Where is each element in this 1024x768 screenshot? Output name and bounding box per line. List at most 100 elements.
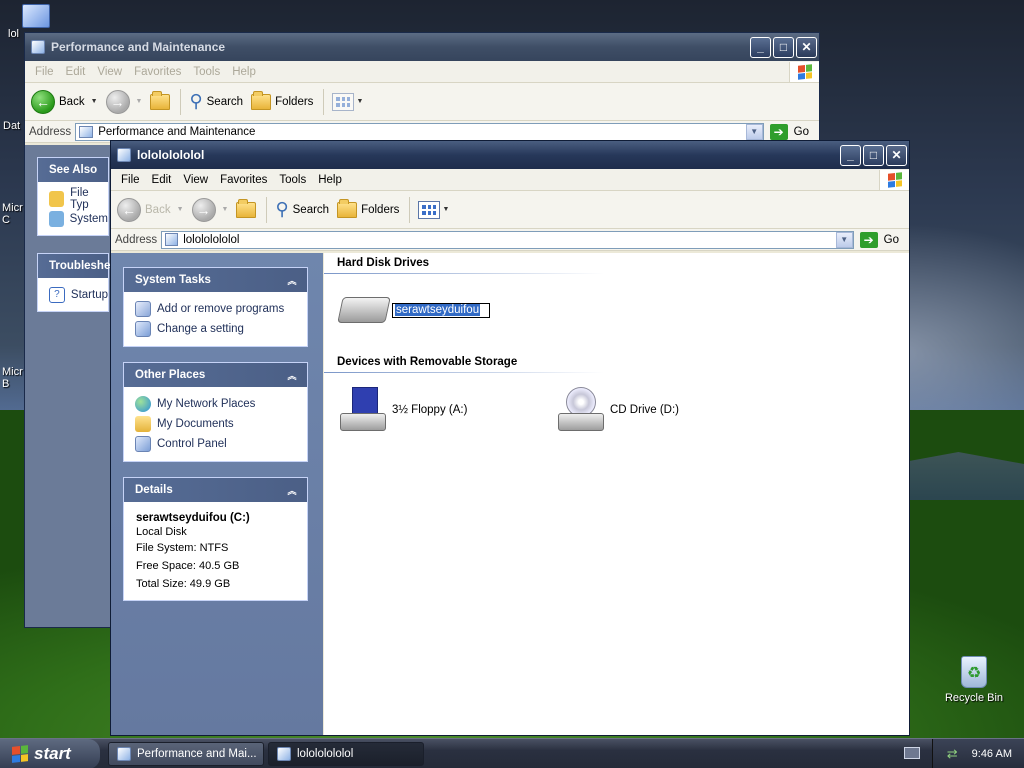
recycle-bin-icon: ♻ [961, 656, 987, 688]
search-button[interactable]: ⚲ Search [189, 91, 243, 112]
desktop-icon-label: Micr B [2, 366, 23, 390]
views-button[interactable]: ▼ [332, 92, 363, 111]
desktop-icon-data[interactable]: Dat [3, 120, 20, 132]
drive-floppy-a[interactable]: 3½ Floppy (A:) [340, 387, 467, 433]
taskbar: start Performance and Mai... lololololol… [0, 738, 1024, 768]
titlebar[interactable]: lolololololol _ □ ✕ [111, 141, 909, 169]
up-folder-button[interactable] [150, 90, 171, 110]
window-title: lolololololol [137, 148, 205, 162]
panel-header[interactable]: Details ︽ [124, 478, 307, 502]
menu-view[interactable]: View [177, 174, 214, 186]
drive-c[interactable]: serawtseyduifou [337, 297, 490, 323]
menu-favorites[interactable]: Favorites [128, 66, 187, 78]
close-button[interactable]: ✕ [886, 144, 907, 166]
details-total-size: Total Size: 49.9 GB [136, 578, 231, 590]
windows-flag-icon [887, 171, 902, 188]
details-body: serawtseyduifou (C:) Local Disk File Sys… [124, 502, 307, 602]
address-dropdown-icon[interactable]: ▼ [835, 231, 853, 248]
close-button[interactable]: ✕ [796, 36, 817, 58]
desktop-icon-microsoft-b[interactable]: Micr B [2, 366, 23, 390]
address-field[interactable]: lolololololol ▼ [161, 230, 854, 249]
dropdown-arrow-icon[interactable]: ▼ [91, 98, 98, 105]
dropdown-arrow-icon[interactable]: ▼ [136, 98, 143, 105]
start-button[interactable]: start [0, 739, 100, 768]
menu-file[interactable]: File [115, 174, 146, 186]
place-control-panel[interactable]: Control Panel [135, 434, 297, 454]
drive-cd-d[interactable]: CD Drive (D:) [558, 387, 679, 433]
menu-tools[interactable]: Tools [187, 66, 226, 78]
minimize-button[interactable]: _ [750, 36, 771, 58]
panel-body: File Typ System [38, 182, 108, 235]
views-button[interactable]: ▼ [418, 200, 449, 219]
menu-file[interactable]: File [29, 66, 60, 78]
dropdown-arrow-icon[interactable]: ▼ [222, 206, 229, 213]
address-dropdown-icon[interactable]: ▼ [745, 123, 763, 140]
go-label: Go [793, 125, 809, 138]
place-label: My Network Places [157, 398, 256, 410]
panel-header[interactable]: See Also [38, 158, 108, 182]
panel-header[interactable]: System Tasks ︽ [124, 268, 307, 292]
folders-button[interactable]: Folders [337, 198, 399, 218]
computer-window-icon [117, 148, 131, 162]
desktop-icon-recycle-bin[interactable]: ♻ Recycle Bin [942, 656, 1006, 704]
task-item[interactable]: ? Startup [49, 285, 108, 305]
panel-title: Other Places [135, 369, 206, 381]
panel-see-also: See Also File Typ System [37, 157, 109, 236]
desktop-icon-label: Dat [3, 120, 21, 132]
taskbar-button-performance[interactable]: Performance and Mai... [108, 742, 264, 766]
details-name: serawtseyduifou (C:) [136, 512, 250, 524]
panel-header[interactable]: Other Places ︽ [124, 363, 307, 387]
back-button[interactable]: ← Back ▼ [117, 197, 184, 222]
place-my-documents[interactable]: My Documents [135, 414, 297, 434]
dropdown-arrow-icon[interactable]: ▼ [442, 206, 449, 213]
collapse-chevron-icon[interactable]: ︽ [285, 273, 299, 287]
menu-bar: File Edit View Favorites Tools Help [111, 169, 909, 191]
go-arrow-icon: ➔ [769, 123, 788, 140]
drive-rename-input[interactable]: serawtseyduifou [392, 302, 490, 318]
collapse-chevron-icon[interactable]: ︽ [285, 483, 299, 497]
panel-header[interactable]: Troubleshe [38, 254, 110, 278]
up-folder-button[interactable] [236, 198, 257, 218]
menu-view[interactable]: View [91, 66, 128, 78]
search-icon: ⚲ [275, 199, 289, 219]
forward-button[interactable]: → ▼ [105, 89, 143, 114]
maximize-button[interactable]: □ [773, 36, 794, 58]
address-field[interactable]: Performance and Maintenance ▼ [75, 122, 764, 141]
network-tray-icon[interactable]: ⇄ [947, 746, 958, 762]
folders-icon [251, 90, 272, 110]
keyboard-icon[interactable] [904, 747, 920, 759]
desktop-icon-microsoft-c[interactable]: Micr C [2, 202, 23, 226]
window-title: Performance and Maintenance [51, 40, 226, 54]
menu-help[interactable]: Help [312, 174, 348, 186]
go-arrow-icon: ➔ [859, 231, 878, 248]
place-my-network-places[interactable]: My Network Places [135, 394, 297, 414]
help-icon: ? [49, 287, 65, 303]
folders-button[interactable]: Folders [251, 90, 313, 110]
search-button[interactable]: ⚲ Search [275, 199, 329, 220]
dropdown-arrow-icon[interactable]: ▼ [356, 98, 363, 105]
taskbar-button-lolololololol[interactable]: lolololololol [268, 742, 424, 766]
task-item[interactable]: System [49, 209, 108, 229]
address-bar: Address lolololololol ▼ ➔ Go [111, 229, 909, 251]
computer-small-icon [165, 233, 179, 246]
task-item[interactable]: File Typ [49, 187, 108, 211]
maximize-button[interactable]: □ [863, 144, 884, 166]
menu-help[interactable]: Help [226, 66, 262, 78]
go-button[interactable]: ➔ Go [769, 123, 809, 140]
menu-tools[interactable]: Tools [273, 174, 312, 186]
minimize-button[interactable]: _ [840, 144, 861, 166]
menu-edit[interactable]: Edit [60, 66, 92, 78]
back-button[interactable]: ← Back ▼ [31, 89, 98, 114]
clock[interactable]: 9:46 AM [972, 748, 1012, 760]
collapse-chevron-icon[interactable]: ︽ [285, 368, 299, 382]
menu-favorites[interactable]: Favorites [214, 174, 273, 186]
system-icon [49, 211, 64, 227]
titlebar[interactable]: Performance and Maintenance _ □ ✕ [25, 33, 819, 61]
window-my-computer[interactable]: lolololololol _ □ ✕ File Edit View Favor… [110, 140, 910, 736]
go-button[interactable]: ➔ Go [859, 231, 899, 248]
dropdown-arrow-icon[interactable]: ▼ [177, 206, 184, 213]
forward-button[interactable]: → ▼ [191, 197, 229, 222]
task-add-remove-programs[interactable]: Add or remove programs [135, 299, 297, 319]
menu-edit[interactable]: Edit [146, 174, 178, 186]
task-change-setting[interactable]: Change a setting [135, 319, 297, 339]
